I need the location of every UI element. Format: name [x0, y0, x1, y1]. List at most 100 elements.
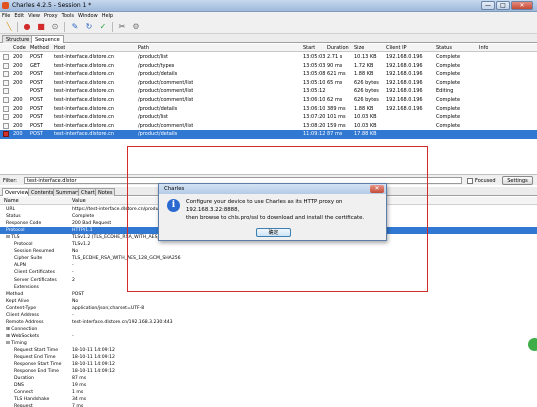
view-tabs: Structure Sequence — [0, 34, 537, 43]
tab-notes[interactable]: Notes — [95, 188, 116, 196]
dialog-close-button[interactable]: ✕ — [370, 185, 384, 193]
table-row[interactable]: 200 POST test-interface.dlstore.cn/product… — [0, 70, 537, 79]
detail-value: 18-10-11 14:09:12 — [72, 348, 115, 353]
throttle-icon[interactable]: ⊙ — [50, 22, 60, 32]
column-header[interactable]: Duration — [327, 44, 349, 52]
cell-status: Complete — [436, 71, 461, 78]
cell-method: POST — [30, 114, 44, 121]
table-row[interactable]: POST test-interface.dlstore.cn/product/co… — [0, 87, 537, 96]
cell-size: 10.13 KB — [354, 54, 377, 60]
record-icon[interactable]: ● — [22, 22, 32, 32]
tab-structure[interactable]: Structure — [2, 35, 34, 43]
table-row[interactable]: 200 POST test-interface.dlstore.cn/product… — [0, 113, 537, 122]
column-header[interactable]: Name — [4, 197, 19, 205]
menu-help[interactable]: Help — [100, 12, 115, 20]
table-row[interactable]: 200 POST test-interface.dlstore.cn/product… — [0, 96, 537, 105]
stop-icon[interactable]: ■ — [36, 22, 46, 32]
detail-row[interactable]: ⊟ Timing — [0, 340, 537, 347]
detail-name: DNS — [14, 383, 24, 389]
table-row[interactable]: 200 POST test-interface.dlstore.cn/product… — [0, 121, 537, 131]
dialog-title: Charles — [164, 186, 185, 192]
detail-row[interactable]: Request 7 ms — [0, 403, 537, 407]
check-icon[interactable]: ✓ — [98, 22, 108, 32]
cell-size: 626 bytes — [354, 97, 379, 103]
detail-name: Duration — [14, 376, 34, 382]
cell-start: 13:08:20 — [303, 122, 326, 129]
cell-path: /product/comment/list — [138, 122, 194, 129]
detail-value: 19 ms — [72, 383, 87, 389]
detail-name: Method — [6, 291, 24, 297]
focused-checkbox[interactable] — [467, 178, 473, 184]
maximize-button[interactable]: □ — [496, 1, 510, 10]
table-row[interactable]: 200 GET test-interface.dlstore.cn/product/… — [0, 61, 537, 71]
detail-value: test-interface.dlstore.cn/192.168.3.230:… — [72, 319, 173, 325]
column-header[interactable]: Host — [54, 44, 65, 52]
column-header[interactable]: Path — [138, 44, 149, 52]
tools-icon[interactable]: ✂ — [117, 22, 127, 32]
menu-tools[interactable]: Tools — [60, 12, 76, 20]
menu-edit[interactable]: Edit — [12, 12, 26, 20]
menu-window[interactable]: Window — [76, 12, 100, 20]
broom-icon[interactable]: ╲ — [4, 22, 14, 32]
cell-host: test-interface.dlstore.cn — [54, 97, 115, 103]
gear-icon[interactable]: ⚙ — [131, 22, 141, 32]
detail-row[interactable]: ⊞ Connection — [0, 326, 537, 333]
table-row[interactable]: 200 POST test-interface.dlstore.cn/product… — [0, 130, 537, 139]
detail-row[interactable]: Remote Address test-interface.dlstore.cn/… — [0, 319, 537, 326]
detail-row[interactable]: Content-Type application/json;charset=UTF… — [0, 305, 537, 312]
ok-button[interactable]: 确定 — [256, 228, 291, 237]
settings-button[interactable]: Settings — [502, 176, 533, 185]
minimize-button[interactable]: — — [481, 1, 495, 10]
detail-value: application/json;charset=UTF-8 — [72, 305, 145, 311]
floating-action-icon[interactable] — [528, 338, 537, 351]
detail-row[interactable]: ⊞ WebSockets - — [0, 333, 537, 340]
detail-name: Cipher Suite — [14, 256, 43, 262]
column-header[interactable]: Code — [13, 44, 26, 52]
tab-sequence[interactable]: Sequence — [31, 35, 64, 43]
detail-row[interactable]: Client Address - — [0, 312, 537, 319]
detail-name: URL — [6, 207, 16, 212]
detail-value: 200 Bad Request — [72, 221, 112, 227]
pen-icon[interactable]: ✎ — [70, 22, 80, 32]
detail-value: 2 — [72, 277, 75, 283]
detail-row[interactable]: Connect 1 ms — [0, 389, 537, 396]
cell-method: POST — [30, 71, 44, 78]
column-header[interactable]: Method — [30, 44, 49, 52]
menu-view[interactable]: View — [26, 12, 42, 20]
table-row[interactable]: 200 POST test-interface.dlstore.cn/product… — [0, 78, 537, 88]
column-header[interactable]: Size — [354, 44, 364, 52]
column-header[interactable]: Status — [436, 44, 452, 52]
close-window-button[interactable]: ✕ — [511, 1, 533, 10]
detail-name: ⊟ Timing — [6, 340, 27, 346]
detail-value: 34 ms — [72, 397, 87, 403]
cell-start: 11:09:12 — [303, 131, 326, 138]
menu-file[interactable]: File — [0, 12, 12, 20]
column-header[interactable]: Client IP — [386, 44, 407, 52]
toolbar: ╲ ● ■ ⊙ ✎ ↻ ✓ ✂ ⚙ — [0, 20, 537, 34]
detail-row[interactable]: Response Start Time 18-10-11 14:09:12 — [0, 361, 537, 368]
refresh-icon[interactable]: ↻ — [84, 22, 94, 32]
cell-path: /product/details — [138, 71, 178, 78]
detail-row[interactable]: TLS Handshake 34 ms — [0, 396, 537, 403]
cell-path: /product/comment/list — [138, 88, 194, 95]
detail-row[interactable]: DNS 19 ms — [0, 382, 537, 389]
cell-host: test-interface.dlstore.cn — [54, 122, 115, 129]
detail-row[interactable]: Kept Alive No — [0, 298, 537, 305]
detail-row[interactable]: Request Start Time 18-10-11 14:09:12 — [0, 347, 537, 354]
detail-row[interactable]: Response End Time 18-10-11 14:09:12 — [0, 368, 537, 375]
request-icon — [3, 88, 9, 95]
column-header[interactable]: Value — [72, 197, 86, 205]
column-header[interactable]: Start — [303, 44, 315, 52]
column-header[interactable]: Info — [479, 44, 488, 52]
table-row[interactable]: 200 POST test-interface.dlstore.cn/product… — [0, 53, 537, 62]
detail-value: 7 ms — [72, 404, 84, 407]
table-row[interactable]: 200 POST test-interface.dlstore.cn/product… — [0, 104, 537, 114]
cell-method: POST — [30, 88, 44, 95]
detail-name: Request Start Time — [14, 348, 59, 353]
menu-proxy[interactable]: Proxy — [42, 12, 60, 20]
cell-method: POST — [30, 105, 44, 112]
detail-value: 18-10-11 14:09:12 — [72, 369, 115, 375]
detail-row[interactable]: Duration 87 ms — [0, 375, 537, 382]
info-icon: i — [167, 199, 180, 212]
detail-row[interactable]: Request End Time 18-10-11 14:09:12 — [0, 354, 537, 361]
